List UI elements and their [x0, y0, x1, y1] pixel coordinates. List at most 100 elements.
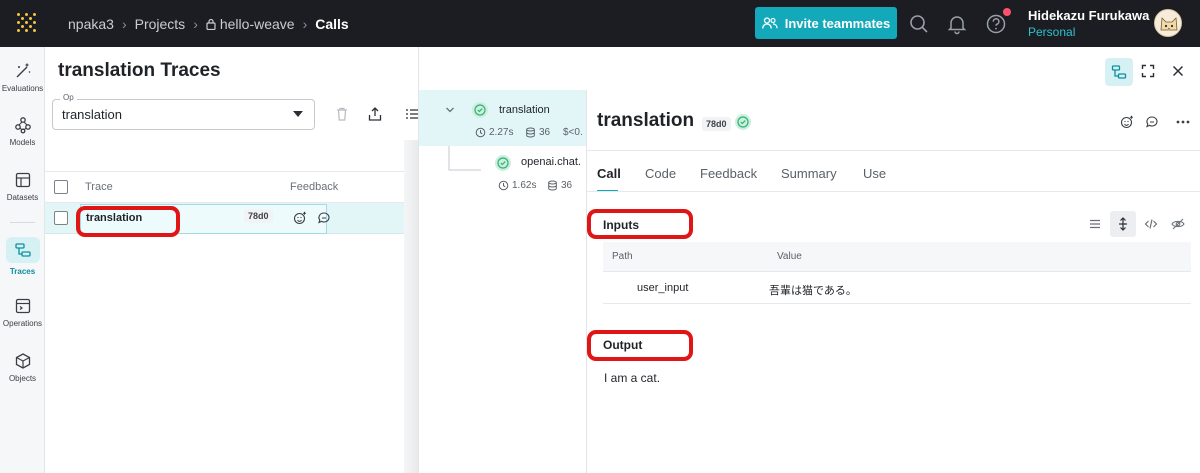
breadcrumb: npaka3 › Projects › hello-weave › Calls	[68, 0, 349, 47]
nav-traces-active-bg	[5, 237, 40, 263]
chevron-down-icon[interactable]	[444, 104, 456, 116]
list-view-button[interactable]	[1082, 211, 1108, 237]
weave-logo-icon[interactable]	[16, 12, 38, 34]
cat-avatar-icon	[1155, 10, 1181, 36]
column-header-path: Path	[612, 251, 633, 262]
add-reaction-icon[interactable]	[1120, 115, 1134, 129]
invite-teammates-button[interactable]: Invite teammates	[755, 7, 897, 39]
operations-icon	[15, 298, 30, 314]
tab-summary[interactable]: Summary	[781, 166, 837, 181]
tree-view-button[interactable]	[1105, 58, 1133, 86]
user-name[interactable]: Hidekazu Furukawa	[1028, 8, 1149, 23]
tab-use[interactable]: Use	[863, 166, 886, 181]
close-drawer-button[interactable]	[1167, 60, 1189, 82]
trace-cost: $<0.	[563, 127, 583, 138]
comment-icon[interactable]	[1145, 115, 1159, 129]
close-icon	[1172, 65, 1184, 77]
expand-icon	[1141, 64, 1155, 78]
breadcrumb-separator: ›	[302, 15, 308, 32]
breadcrumb-current: Calls	[315, 15, 349, 32]
notification-dot	[1003, 8, 1011, 16]
cube-icon	[15, 353, 30, 369]
row-checkbox[interactable]	[54, 211, 68, 225]
nav-models[interactable]: Models	[0, 116, 45, 147]
breadcrumb-separator: ›	[193, 15, 198, 32]
column-header-feedback[interactable]: Feedback	[290, 181, 338, 193]
page-title: translation Traces	[58, 60, 221, 81]
status-success-icon	[472, 102, 488, 118]
highlight-box-inputs	[587, 209, 693, 239]
trash-icon[interactable]	[334, 106, 350, 122]
call-title: translation	[597, 110, 695, 131]
hide-button[interactable]	[1165, 211, 1191, 237]
users-icon	[761, 17, 778, 29]
nav-label: Models	[9, 138, 36, 147]
nav-label: Operations	[2, 319, 43, 328]
avatar[interactable]	[1154, 9, 1182, 37]
bell-icon[interactable]	[946, 13, 968, 35]
column-header-trace[interactable]: Trace	[85, 181, 113, 193]
breadcrumb-project[interactable]: hello-weave	[220, 16, 295, 32]
call-drawer: translation 2.27s 36 $<0. openai.chat. 1…	[418, 47, 1200, 473]
tab-code[interactable]: Code	[645, 166, 676, 181]
invite-teammates-label: Invite teammates	[784, 15, 891, 31]
expand-vertical-icon	[1119, 217, 1127, 231]
trace-tokens: 36	[539, 127, 551, 138]
nav-evaluations[interactable]: Evaluations	[0, 62, 45, 93]
expand-rows-button[interactable]	[1110, 211, 1136, 237]
search-icon[interactable]	[908, 13, 930, 35]
drawer-toolbar	[419, 47, 1200, 90]
user-org[interactable]: Personal	[1028, 25, 1075, 39]
breadcrumb-entity[interactable]: npaka3	[68, 16, 114, 32]
status-success-icon	[735, 114, 751, 130]
export-icon[interactable]	[367, 106, 383, 122]
call-id-badge: 78d0	[702, 117, 731, 131]
clock-icon	[475, 127, 486, 138]
list-icon	[1090, 219, 1100, 229]
trace-node-label[interactable]: translation	[499, 104, 550, 116]
fullscreen-button[interactable]	[1137, 60, 1159, 82]
breadcrumb-projects[interactable]: Projects	[135, 16, 186, 32]
table-row: user_input 吾輩は猫である。	[603, 272, 1191, 304]
op-select-label: Op	[60, 93, 77, 102]
comment-icon[interactable]	[317, 211, 331, 225]
json-view-button[interactable]	[1138, 211, 1164, 237]
trace-duration: 1.62s	[512, 180, 537, 191]
tree-connector	[448, 146, 481, 171]
tab-call[interactable]: Call	[597, 166, 621, 181]
output-value: I am a cat.	[604, 371, 661, 385]
caret-down-icon[interactable]	[293, 111, 303, 117]
trace-node-label[interactable]: openai.chat.	[521, 156, 581, 168]
left-nav: Evaluations Models Datasets Traces Opera…	[0, 47, 45, 473]
wand-icon	[16, 63, 30, 78]
select-all-checkbox[interactable]	[54, 180, 68, 194]
panel-divider	[404, 140, 418, 473]
call-detail: translation 78d0 Call Code Feedback Summ…	[587, 90, 1200, 473]
nav-operations[interactable]: Operations	[0, 297, 45, 328]
nav-label: Objects	[8, 374, 37, 383]
nav-traces[interactable]: Traces	[0, 237, 45, 276]
input-path: user_input	[637, 282, 689, 294]
column-header-value: Value	[777, 251, 802, 262]
trace-duration: 2.27s	[489, 127, 514, 138]
highlight-box-output	[587, 330, 693, 361]
add-reaction-icon[interactable]	[293, 211, 307, 225]
clock-icon	[498, 180, 509, 191]
trace-tree: translation 2.27s 36 $<0. openai.chat. 1…	[419, 90, 587, 473]
breadcrumb-separator: ›	[121, 15, 127, 32]
nav-label: Evaluations	[1, 84, 44, 93]
op-select-value: translation	[62, 107, 122, 122]
more-icon[interactable]	[1176, 119, 1190, 125]
nav-objects[interactable]: Objects	[0, 352, 45, 383]
top-bar: npaka3 › Projects › hello-weave › Calls …	[0, 0, 1200, 47]
divider	[587, 150, 1200, 151]
tab-feedback[interactable]: Feedback	[700, 166, 757, 181]
database-icon	[526, 127, 535, 138]
help-icon[interactable]	[985, 13, 1007, 35]
database-icon	[548, 180, 557, 191]
datasets-icon	[15, 172, 30, 188]
nav-label: Datasets	[6, 193, 39, 202]
traces-icon	[1111, 65, 1127, 79]
nav-datasets[interactable]: Datasets	[0, 171, 45, 202]
models-icon	[14, 117, 31, 134]
